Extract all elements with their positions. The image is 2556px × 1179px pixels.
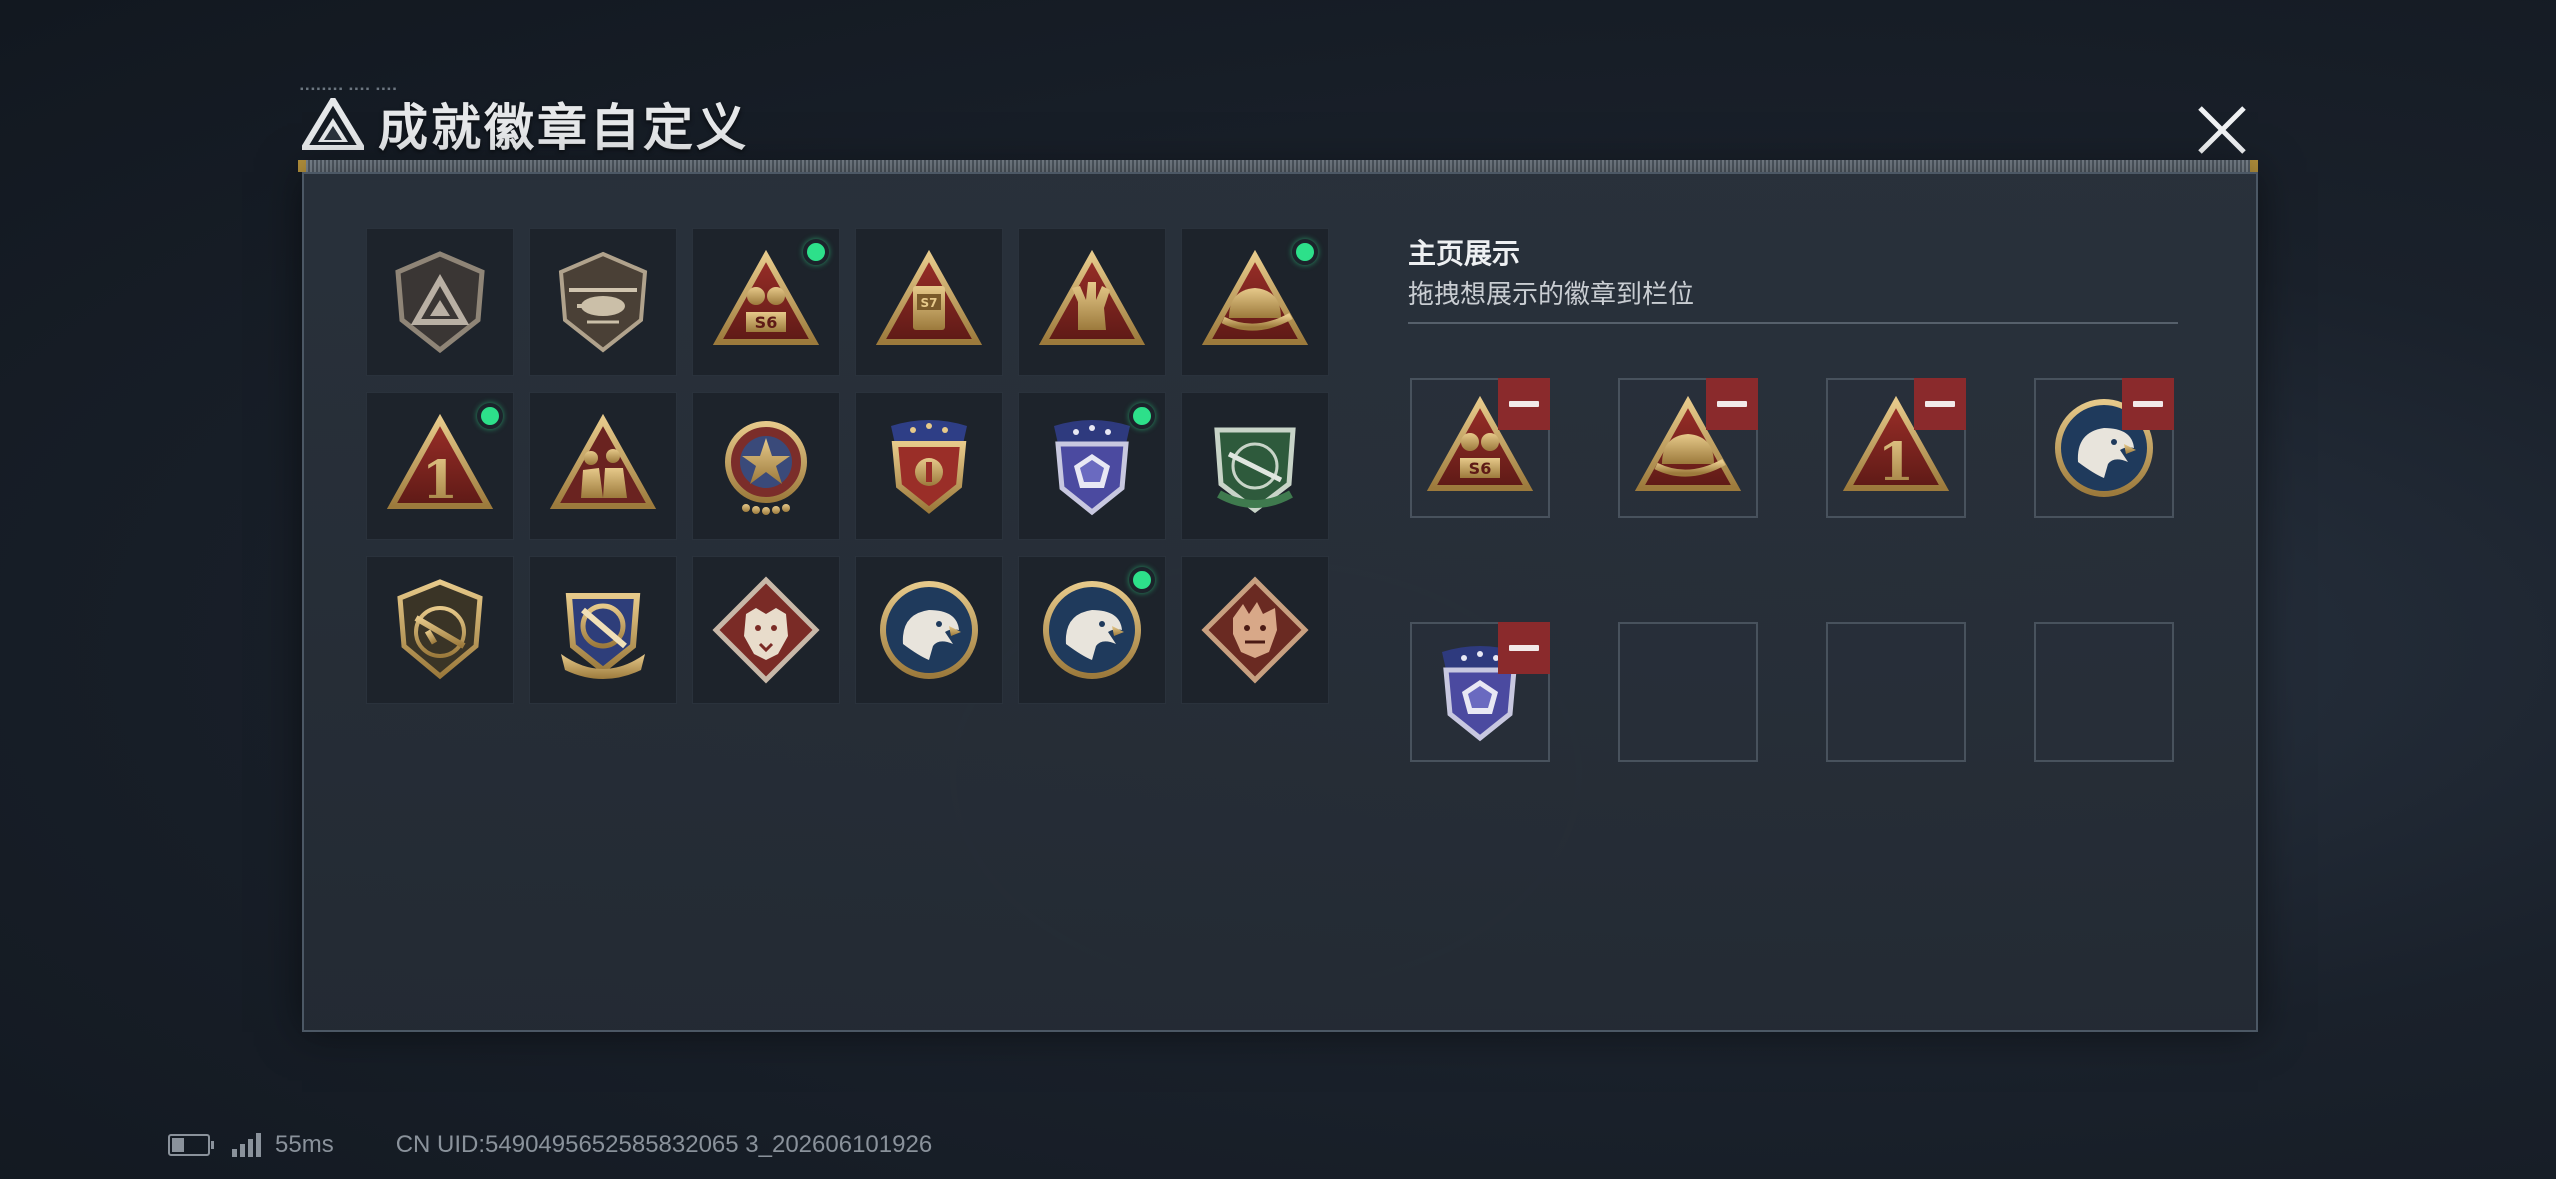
new-badge-indicator	[803, 239, 829, 265]
number-one-triangle-badge-icon	[384, 410, 496, 522]
badge-slot[interactable]	[529, 556, 677, 704]
uid-text: CN UID:5490495652585832065 3_20260610192…	[395, 1131, 933, 1158]
remove-badge-button[interactable]	[1498, 378, 1550, 430]
status-bar: 55ms CN UID:5490495652585832065 3_202606…	[168, 1130, 932, 1160]
showcase-slot[interactable]	[1826, 378, 1966, 518]
eagle-round-badge-icon	[1036, 574, 1148, 686]
red-shield-badge-icon	[873, 410, 985, 522]
showcase-slot[interactable]	[1410, 622, 1550, 762]
badge-slot[interactable]	[692, 556, 840, 704]
soldiers-triangle-badge-icon	[547, 410, 659, 522]
showcase-slot[interactable]	[1618, 378, 1758, 518]
badge-slot[interactable]	[1018, 556, 1166, 704]
header-divider-strip	[298, 160, 2258, 172]
new-badge-indicator	[1129, 567, 1155, 593]
showcase-empty-slot[interactable]	[1826, 622, 1966, 762]
badge-slot[interactable]	[1181, 392, 1329, 540]
badge-slot[interactable]	[692, 228, 840, 376]
dialog-header: 成就徽章自定义	[302, 92, 749, 156]
purple-shield-badge-icon	[1036, 410, 1148, 522]
badge-slot[interactable]	[1018, 228, 1166, 376]
badge-slot[interactable]	[366, 392, 514, 540]
showcase-slot[interactable]	[1410, 378, 1550, 518]
showcase-slot[interactable]	[2034, 378, 2174, 518]
badge-grid	[366, 228, 1336, 704]
badge-slot[interactable]	[855, 556, 1003, 704]
shield-triangle-badge-icon	[384, 246, 496, 358]
new-badge-indicator	[477, 403, 503, 429]
showcase-subtitle: 拖拽想展示的徽章到栏位	[1408, 279, 1695, 309]
helmet-triangle-badge-icon	[1199, 246, 1311, 358]
ping-text: 55ms	[275, 1131, 334, 1158]
triangle-logo-icon	[302, 98, 364, 150]
green-rifle-shield-badge-icon	[1199, 410, 1311, 522]
close-button[interactable]	[2192, 100, 2252, 160]
wolf-diamond-badge-icon	[710, 574, 822, 686]
badge-slot[interactable]	[855, 228, 1003, 376]
showcase-empty-slot[interactable]	[1618, 622, 1758, 762]
s6-triangle-badge-icon	[710, 246, 822, 358]
close-icon	[2198, 106, 2246, 154]
rifle-shield-badge-icon	[384, 574, 496, 686]
signal-strength-icon	[232, 1133, 261, 1157]
showcase-empty-slot[interactable]	[2034, 622, 2174, 762]
new-badge-indicator	[1292, 239, 1318, 265]
remove-badge-button[interactable]	[1706, 378, 1758, 430]
s7-triangle-badge-icon	[873, 246, 985, 358]
remove-badge-button[interactable]	[1498, 622, 1550, 674]
dialog-title: 成就徽章自定义	[378, 100, 749, 156]
star-round-badge-icon	[710, 410, 822, 522]
new-badge-indicator	[1129, 403, 1155, 429]
badge-slot[interactable]	[366, 228, 514, 376]
crosshair-shield-badge-icon	[547, 574, 659, 686]
battery-icon	[168, 1134, 214, 1156]
badge-slot[interactable]	[366, 556, 514, 704]
badge-slot[interactable]	[1018, 392, 1166, 540]
showcase-title: 主页展示	[1408, 238, 1521, 269]
badge-slot[interactable]	[855, 392, 1003, 540]
dragon-diamond-badge-icon	[1199, 574, 1311, 686]
hand-gesture-triangle-badge-icon	[1036, 246, 1148, 358]
helicopter-shield-badge-icon	[547, 246, 659, 358]
remove-badge-button[interactable]	[1914, 378, 1966, 430]
badge-slot[interactable]	[529, 228, 677, 376]
badge-slot[interactable]	[529, 392, 677, 540]
remove-badge-button[interactable]	[2122, 378, 2174, 430]
badge-slot[interactable]	[1181, 556, 1329, 704]
badge-slot[interactable]	[1181, 228, 1329, 376]
badge-slot[interactable]	[692, 392, 840, 540]
showcase-divider	[1408, 322, 2178, 324]
eagle-round-badge-icon	[873, 574, 985, 686]
